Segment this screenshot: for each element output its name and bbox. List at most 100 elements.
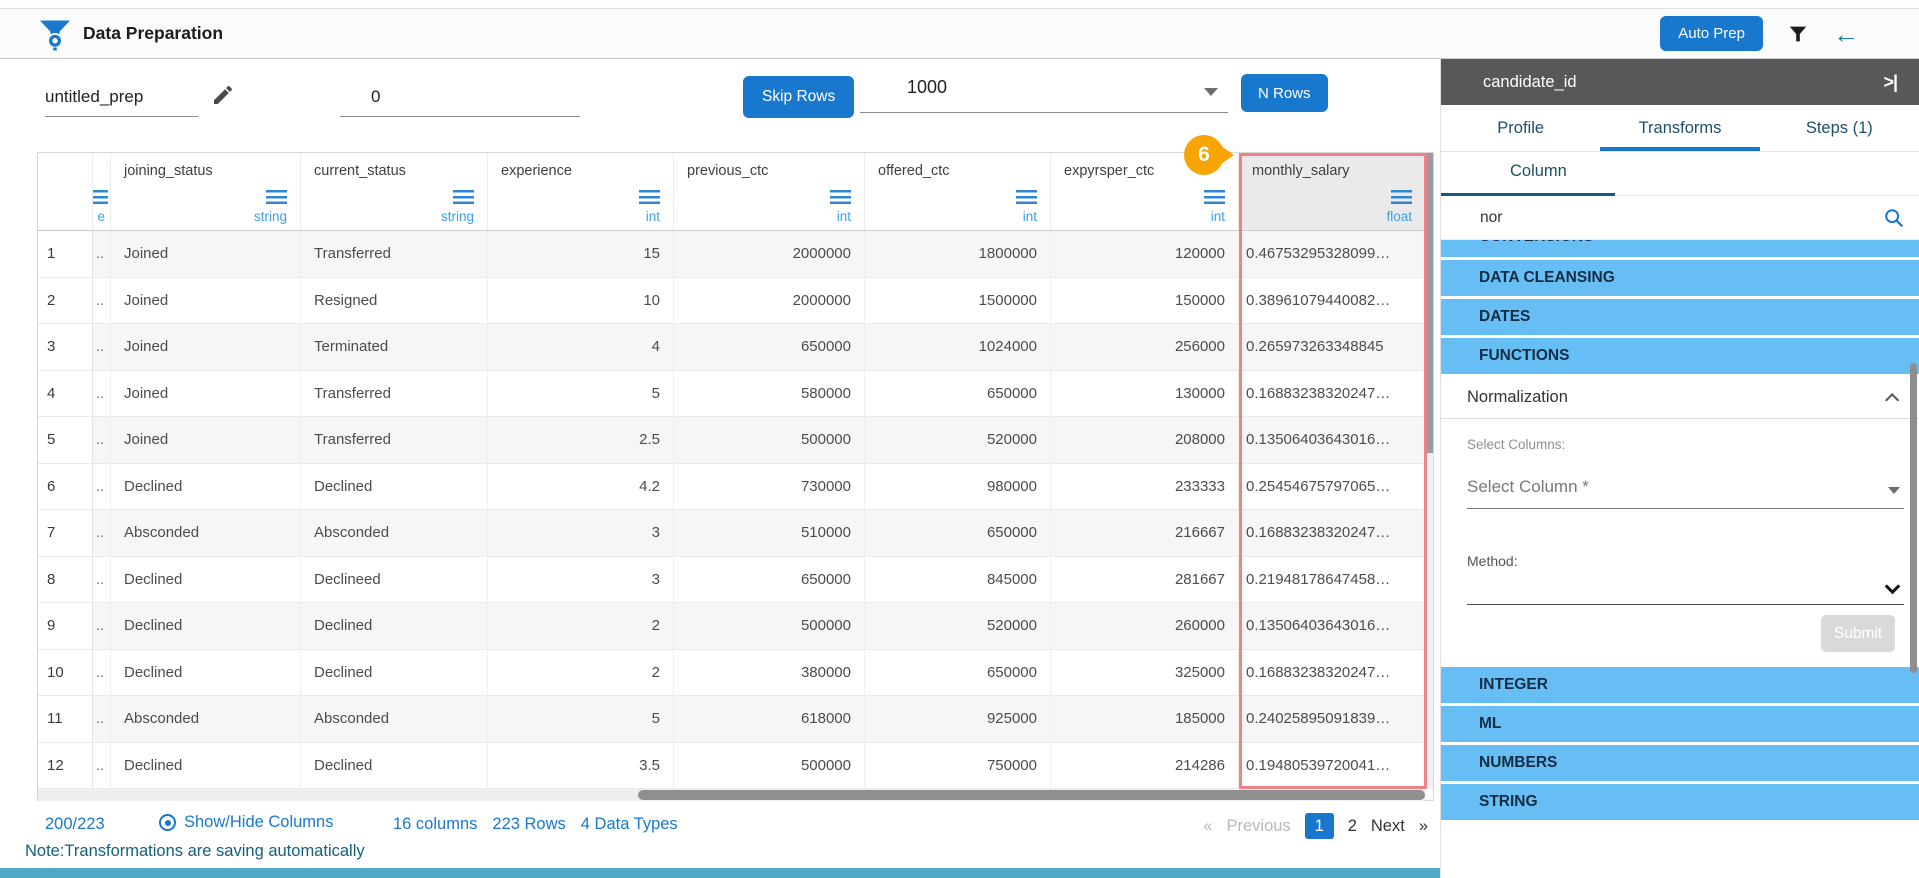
column-menu-icon[interactable] <box>830 190 851 204</box>
table-cell: 500000 <box>674 603 865 650</box>
table-cell: 0.16883238320247… <box>1239 371 1426 418</box>
app-logo-funnel-icon <box>37 16 73 52</box>
n-rows-button[interactable]: N Rows <box>1241 74 1328 112</box>
select-column-dropdown[interactable]: Select Column * <box>1467 477 1904 509</box>
transform-category-data-cleansing[interactable]: DATA CLEANSING <box>1441 260 1919 296</box>
tab-profile[interactable]: Profile <box>1441 105 1600 151</box>
table-cell: 0.13506403643016… <box>1239 417 1426 464</box>
table-cell: .. <box>93 696 111 743</box>
table-row[interactable]: 2..JoinedResigned10200000015000001500000… <box>38 278 1433 325</box>
table-cell: 2.5 <box>488 417 674 464</box>
column-header-current_status[interactable]: current_statusstring <box>301 153 488 230</box>
column-menu-icon[interactable] <box>93 190 108 204</box>
table-row[interactable]: 10..DeclinedDeclined23800006500003250000… <box>38 650 1433 697</box>
table-cell: 650000 <box>865 650 1051 697</box>
column-header-joining_status[interactable]: joining_statusstring <box>111 153 301 230</box>
table-cell: 0.21948178647458… <box>1239 557 1426 604</box>
table-cell: Transferred <box>301 231 488 278</box>
pagination: « Previous 1 2 Next » <box>1203 813 1428 839</box>
pagination-previous[interactable]: Previous <box>1226 817 1290 836</box>
table-row[interactable]: 8..DeclinedDeclineed36500008450002816670… <box>38 557 1433 604</box>
column-menu-icon[interactable] <box>639 190 660 204</box>
table-cell: 3 <box>488 510 674 557</box>
edit-pencil-icon[interactable] <box>211 83 235 107</box>
category-label: FUNCTIONS <box>1479 347 1569 365</box>
sidebar-tabs: Profile Transforms Steps (1) <box>1441 105 1919 152</box>
auto-prep-button[interactable]: Auto Prep <box>1660 16 1763 51</box>
table-row[interactable]: 3..JoinedTerminated465000010240002560000… <box>38 324 1433 371</box>
horizontal-scrollbar[interactable] <box>38 789 1425 801</box>
submit-button[interactable]: Submit <box>1821 615 1895 652</box>
table-cell: Declined <box>111 464 301 511</box>
vertical-scrollbar[interactable] <box>1425 153 1433 789</box>
column-header-clipped[interactable]: e <box>93 153 111 230</box>
transform-category-numbers[interactable]: NUMBERS <box>1441 745 1919 781</box>
table-cell: 3 <box>488 557 674 604</box>
transform-category-integer[interactable]: INTEGER <box>1441 667 1919 703</box>
column-menu-icon[interactable] <box>1204 190 1225 204</box>
column-header-previous_ctc[interactable]: previous_ctcint <box>674 153 865 230</box>
normalization-accordion[interactable]: Normalization <box>1441 377 1919 419</box>
column-header-offered_ctc[interactable]: offered_ctcint <box>865 153 1051 230</box>
transform-category-conversions[interactable]: CONVERSIONS <box>1441 240 1919 257</box>
table-cell: 2000000 <box>674 231 865 278</box>
subtab-column[interactable]: Column <box>1510 162 1567 181</box>
sidebar-scrollbar-thumb[interactable] <box>1910 363 1917 673</box>
skip-rows-button[interactable]: Skip Rows <box>743 76 854 118</box>
column-menu-icon[interactable] <box>1391 190 1412 204</box>
table-row[interactable]: 11..AbscondedAbsconded561800092500018500… <box>38 696 1433 743</box>
table-row[interactable]: 5..JoinedTransferred2.550000052000020800… <box>38 417 1433 464</box>
n-rows-value: 1000 <box>907 77 947 98</box>
table-cell: 500000 <box>674 417 865 464</box>
column-type-label: e <box>97 209 105 224</box>
n-rows-select[interactable]: 1000 <box>860 71 1228 113</box>
tab-steps[interactable]: Steps (1) <box>1760 105 1919 151</box>
prep-name-input[interactable] <box>45 83 198 117</box>
vertical-scrollbar-thumb[interactable] <box>1425 153 1433 453</box>
collapse-panel-icon[interactable]: >| <box>1883 72 1897 93</box>
column-menu-icon[interactable] <box>453 190 474 204</box>
table-cell: Declined <box>301 603 488 650</box>
table-cell: 580000 <box>674 371 865 418</box>
column-menu-icon[interactable] <box>1016 190 1037 204</box>
table-row[interactable]: 7..AbscondedAbsconded3510000650000216667… <box>38 510 1433 557</box>
table-row[interactable]: 12..DeclinedDeclined3.550000075000021428… <box>38 743 1433 790</box>
table-cell: 0.38961079440082… <box>1239 278 1426 325</box>
pagination-raquo[interactable]: » <box>1419 817 1428 836</box>
table-cell: 2000000 <box>674 278 865 325</box>
table-cell: .. <box>93 650 111 697</box>
column-menu-icon[interactable] <box>266 190 287 204</box>
table-cell: 650000 <box>865 371 1051 418</box>
search-icon[interactable] <box>1883 207 1905 229</box>
show-hide-columns-button[interactable]: Show/Hide Columns <box>159 813 333 832</box>
transform-search[interactable]: nor <box>1441 196 1919 240</box>
table-cell: Joined <box>111 231 301 278</box>
transform-category-functions[interactable]: FUNCTIONS <box>1441 338 1919 374</box>
column-header-monthly_salary[interactable]: monthly_salaryfloat <box>1239 153 1426 230</box>
pagination-page-2[interactable]: 2 <box>1348 817 1357 836</box>
transform-category-ml[interactable]: ML <box>1441 706 1919 742</box>
table-row[interactable]: 6..DeclinedDeclined4.2730000980000233333… <box>38 464 1433 511</box>
transform-category-dates[interactable]: DATES <box>1441 299 1919 335</box>
show-hide-columns-label: Show/Hide Columns <box>184 813 333 832</box>
pagination-next[interactable]: Next <box>1371 817 1405 836</box>
table-cell: 4 <box>38 371 93 418</box>
table-row[interactable]: 4..JoinedTransferred55800006500001300000… <box>38 371 1433 418</box>
table-stat: 16 columns <box>393 815 477 834</box>
method-dropdown[interactable] <box>1467 575 1904 605</box>
back-arrow-icon[interactable]: ← <box>1833 21 1859 47</box>
table-row[interactable]: 1..JoinedTransferred15200000018000001200… <box>38 231 1433 278</box>
category-label: CONVERSIONS <box>1479 240 1594 246</box>
tab-transforms[interactable]: Transforms <box>1600 105 1759 151</box>
transform-category-string[interactable]: STRING <box>1441 784 1919 820</box>
column-header-experience[interactable]: experienceint <box>488 153 674 230</box>
table-cell: Resigned <box>301 278 488 325</box>
pagination-page-1[interactable]: 1 <box>1305 813 1334 839</box>
table-cell: 216667 <box>1051 510 1239 557</box>
table-cell: 980000 <box>865 464 1051 511</box>
search-input[interactable]: nor <box>1480 209 1502 227</box>
filter-icon[interactable] <box>1787 23 1809 45</box>
table-row[interactable]: 9..DeclinedDeclined25000005200002600000.… <box>38 603 1433 650</box>
skip-rows-input[interactable] <box>340 83 580 117</box>
horizontal-scrollbar-thumb[interactable] <box>638 790 1425 800</box>
